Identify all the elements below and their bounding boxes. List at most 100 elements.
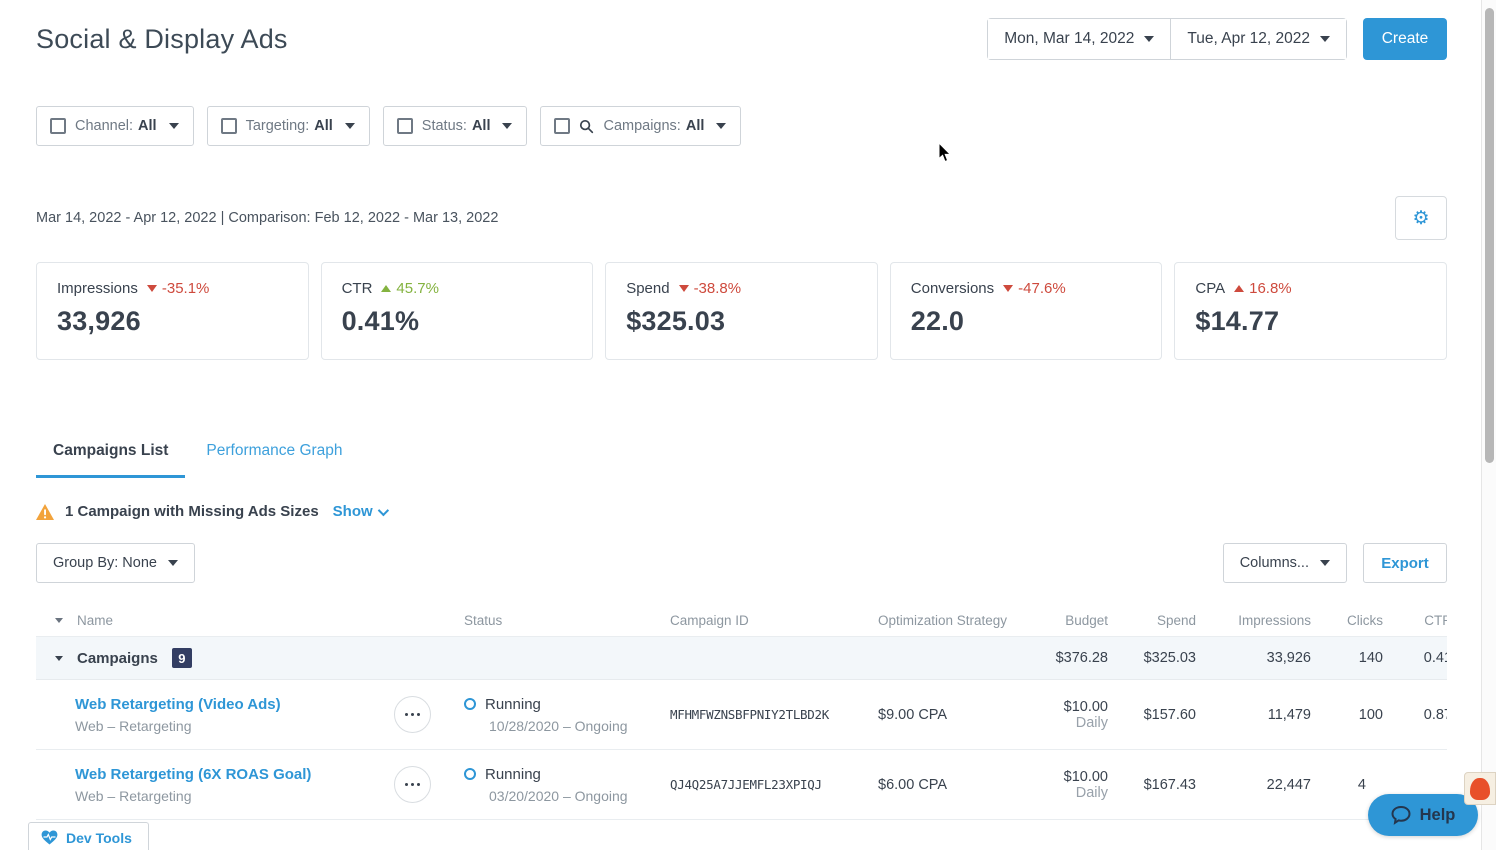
tab-bar: Campaigns List Performance Graph xyxy=(36,442,1447,478)
vertical-scrollbar[interactable] xyxy=(1481,0,1496,850)
channel-filter[interactable]: Channel: All xyxy=(36,106,194,146)
campaign-id: MFHMFWZNSBFPNIY2TLBD2K xyxy=(650,707,862,722)
metric-value: 33,926 xyxy=(57,306,288,337)
chevron-down-icon xyxy=(377,504,388,515)
metric-change: -35.1% xyxy=(162,280,210,297)
help-button[interactable]: Help xyxy=(1368,794,1478,836)
chat-bubble-icon xyxy=(1391,806,1411,825)
column-header-status[interactable]: Status xyxy=(440,613,650,628)
metric-value: 0.41% xyxy=(342,306,573,337)
export-button[interactable]: Export xyxy=(1363,543,1447,583)
metric-label: Conversions xyxy=(911,280,994,297)
gear-icon: ⚙ xyxy=(1412,207,1429,230)
metric-label: CTR xyxy=(342,280,373,297)
targeting-filter[interactable]: Targeting: All xyxy=(207,106,370,146)
ellipsis-icon xyxy=(405,783,409,787)
date-range-picker: Mon, Mar 14, 2022 Tue, Apr 12, 2022 xyxy=(987,18,1347,60)
dev-tools-label: Dev Tools xyxy=(66,830,132,846)
column-header-spend[interactable]: Spend xyxy=(1108,613,1196,628)
status-filter[interactable]: Status: All xyxy=(383,106,528,146)
optimization-strategy: $6.00 CPA xyxy=(862,777,1020,793)
column-header-budget[interactable]: Budget xyxy=(1020,613,1108,628)
spend-value: $167.43 xyxy=(1108,777,1196,793)
column-header-clicks[interactable]: Clicks xyxy=(1311,613,1383,628)
end-date-value: Tue, Apr 12, 2022 xyxy=(1187,30,1310,48)
group-by-dropdown[interactable]: Group By: None xyxy=(36,543,195,583)
trend-down-icon xyxy=(679,285,689,292)
metric-label: Impressions xyxy=(57,280,138,297)
campaign-name-link[interactable]: Web Retargeting (6X ROAS Goal) xyxy=(75,766,394,783)
metric-cards: Impressions -35.1% 33,926 CTR 45.7% 0.41… xyxy=(36,262,1447,360)
metric-label: Spend xyxy=(626,280,669,297)
column-header-name[interactable]: Name xyxy=(36,613,394,628)
chevron-down-icon xyxy=(502,123,512,129)
status-text: Running xyxy=(485,766,541,783)
chevron-down-icon xyxy=(1320,36,1330,42)
chevron-down-icon xyxy=(716,123,726,129)
channel-checkbox[interactable] xyxy=(50,118,66,134)
campaigns-filter-value: All xyxy=(686,118,705,134)
start-date-dropdown[interactable]: Mon, Mar 14, 2022 xyxy=(988,19,1170,59)
trend-up-icon xyxy=(381,285,391,292)
metric-label: CPA xyxy=(1195,280,1225,297)
metric-card-ctr: CTR 45.7% 0.41% xyxy=(321,262,594,360)
campaign-name-link[interactable]: Web Retargeting (Video Ads) xyxy=(75,696,394,713)
group-clicks: 140 xyxy=(1311,650,1383,666)
trend-down-icon xyxy=(147,285,157,292)
dev-tools-badge[interactable]: Dev Tools xyxy=(28,822,149,850)
page-header: Social & Display Ads Mon, Mar 14, 2022 T… xyxy=(36,18,1447,60)
campaign-subtitle: Web – Retargeting xyxy=(75,788,394,804)
row-actions-button[interactable] xyxy=(394,696,431,733)
extension-icon[interactable] xyxy=(1464,772,1496,805)
tab-campaigns-list[interactable]: Campaigns List xyxy=(36,442,185,478)
column-header-campaign-id[interactable]: Campaign ID xyxy=(650,613,862,628)
table-row: Web Retargeting (Video Ads) Web – Retarg… xyxy=(36,680,1447,750)
show-warning-link[interactable]: Show xyxy=(333,503,386,520)
budget-period: Daily xyxy=(1020,715,1108,731)
campaign-dates: 10/28/2020 – Ongoing xyxy=(464,718,650,734)
row-actions-button[interactable] xyxy=(394,766,431,803)
metric-value: 22.0 xyxy=(911,306,1142,337)
collapse-caret-icon[interactable] xyxy=(55,656,63,661)
column-header-ctr[interactable]: CTR xyxy=(1383,613,1447,628)
metric-value: $14.77 xyxy=(1195,306,1426,337)
scrollbar-thumb[interactable] xyxy=(1485,8,1494,463)
targeting-filter-label: Targeting: xyxy=(246,118,310,134)
campaign-count-badge: 9 xyxy=(172,648,192,668)
filter-bar: Channel: All Targeting: All Status: All … xyxy=(36,106,1447,146)
trend-down-icon xyxy=(1003,285,1013,292)
column-header-impressions[interactable]: Impressions xyxy=(1196,613,1311,628)
columns-dropdown[interactable]: Columns... xyxy=(1223,543,1347,583)
campaign-dates: 03/20/2020 – Ongoing xyxy=(464,788,650,804)
clicks-value: 4 xyxy=(1311,777,1383,793)
metric-change: -38.8% xyxy=(694,280,742,297)
campaigns-filter[interactable]: Campaigns: All xyxy=(540,106,741,146)
campaigns-checkbox[interactable] xyxy=(554,118,570,134)
budget-period: Daily xyxy=(1020,785,1108,801)
budget-amount: $10.00 xyxy=(1020,769,1108,785)
metric-card-impressions: Impressions -35.1% 33,926 xyxy=(36,262,309,360)
table-row: Web Retargeting (6X ROAS Goal) Web – Ret… xyxy=(36,750,1447,820)
group-impressions: 33,926 xyxy=(1196,650,1311,666)
settings-button[interactable]: ⚙ xyxy=(1395,196,1447,240)
column-header-optimization[interactable]: Optimization Strategy xyxy=(862,613,1020,628)
create-button[interactable]: Create xyxy=(1363,18,1447,60)
metric-card-cpa: CPA 16.8% $14.77 xyxy=(1174,262,1447,360)
campaigns-group-row[interactable]: Campaigns 9 $376.28 $325.03 33,926 140 0… xyxy=(36,637,1447,680)
table-header-row: Name Status Campaign ID Optimization Str… xyxy=(36,605,1447,637)
clicks-value: 100 xyxy=(1311,707,1383,723)
targeting-checkbox[interactable] xyxy=(221,118,237,134)
group-by-value: Group By: None xyxy=(53,555,157,571)
group-ctr: 0.41 xyxy=(1383,650,1447,666)
table-controls: Group By: None Columns... Export xyxy=(36,543,1447,583)
date-comparison-text: Mar 14, 2022 - Apr 12, 2022 | Comparison… xyxy=(36,210,498,226)
tab-performance-graph[interactable]: Performance Graph xyxy=(189,442,359,478)
help-label: Help xyxy=(1420,806,1456,825)
chevron-down-icon xyxy=(1320,560,1330,566)
status-filter-label: Status: xyxy=(422,118,467,134)
missing-ads-warning: 1 Campaign with Missing Ads Sizes Show xyxy=(36,503,1447,520)
status-checkbox[interactable] xyxy=(397,118,413,134)
end-date-dropdown[interactable]: Tue, Apr 12, 2022 xyxy=(1170,19,1346,59)
status-text: Running xyxy=(485,696,541,713)
trend-up-icon xyxy=(1234,285,1244,292)
